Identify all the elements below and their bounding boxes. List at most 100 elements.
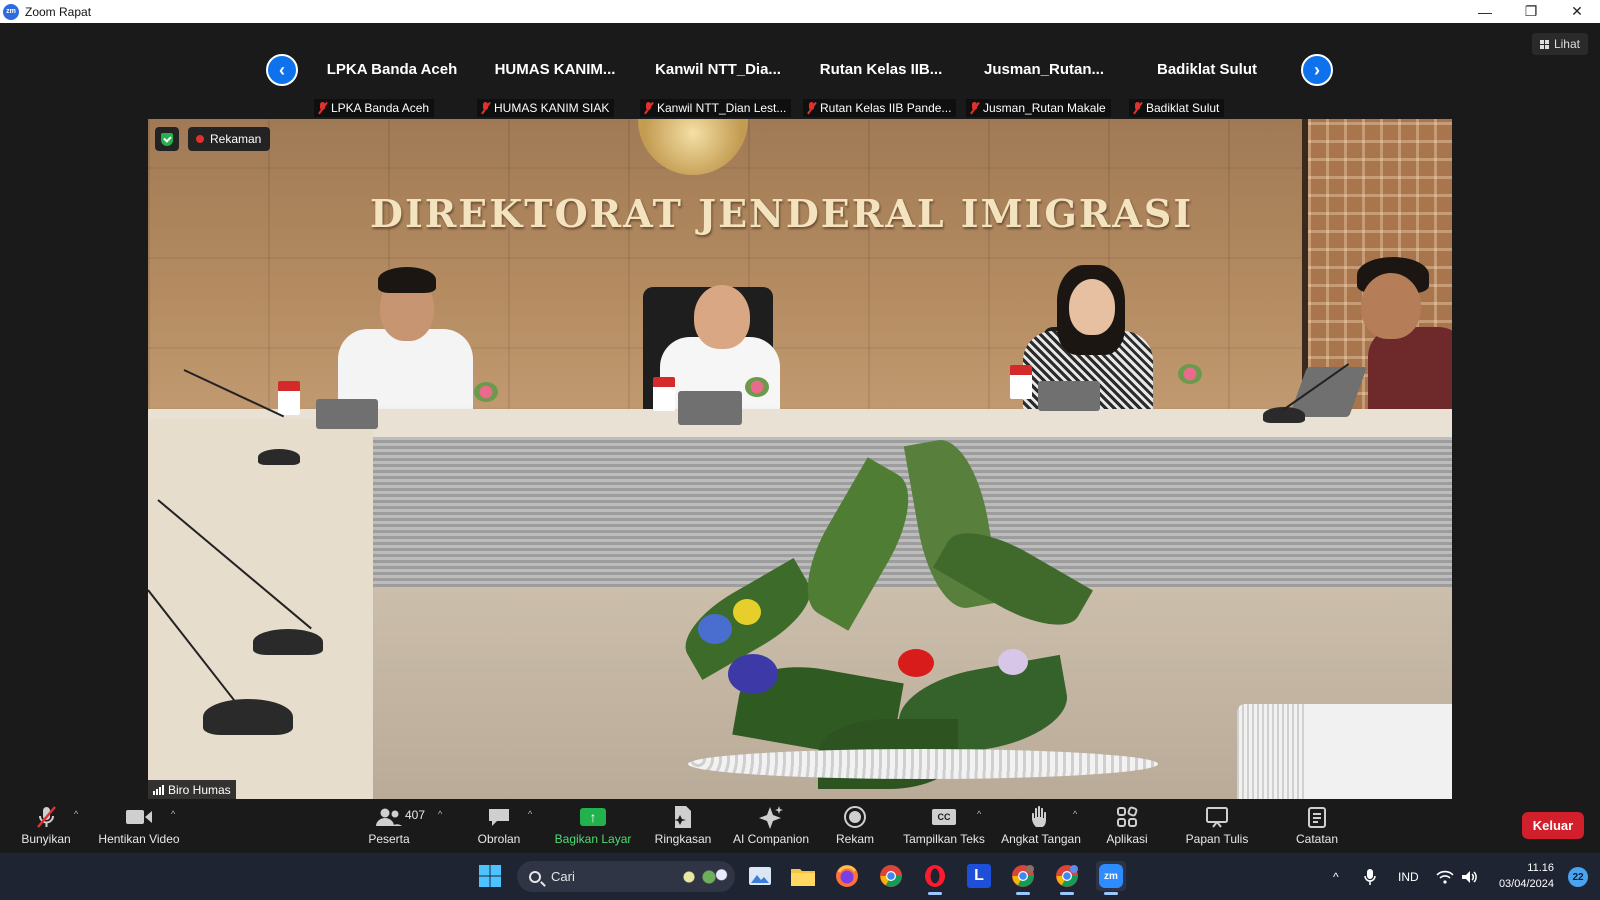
speaker-name: Biro Humas (168, 782, 231, 797)
whiteboard-label: Papan Tulis (1185, 832, 1249, 846)
chat-bubble-icon (487, 804, 511, 830)
record-button[interactable]: Rekam (835, 804, 875, 850)
laptop (678, 391, 742, 425)
participant-tile[interactable]: Kanwil NTT_Dia... Kanwil NTT_Dian Lest..… (638, 25, 798, 119)
share-screen-label: Bagikan Layar (554, 832, 632, 846)
microphone-base (253, 629, 323, 655)
share-screen-button[interactable]: ↑ Bagikan Layar (554, 804, 632, 850)
ai-companion-button[interactable]: AI Companion (729, 804, 813, 850)
strip-next-button[interactable]: › (1301, 54, 1333, 86)
cup (278, 381, 300, 415)
chat-button[interactable]: Obrolan (474, 804, 524, 850)
microphone-tray-icon[interactable] (1364, 853, 1376, 900)
raise-hand-label: Angkat Tangan (1001, 832, 1081, 846)
decorative-stones (688, 749, 1158, 779)
participant-display-name: Rutan Kelas IIB... (819, 61, 943, 78)
participants-chevron-icon[interactable]: ^ (438, 809, 442, 819)
system-clock[interactable]: 11.16 03/04/2024 (1499, 860, 1554, 892)
photos-app-icon[interactable] (745, 861, 775, 891)
firefox-icon[interactable] (832, 861, 862, 891)
leave-button[interactable]: Keluar (1522, 812, 1584, 839)
strip-prev-button[interactable]: ‹ (266, 54, 298, 86)
whiteboard-icon (1205, 804, 1229, 830)
unmute-button[interactable]: Bunyikan (18, 804, 74, 850)
apps-icon (1116, 804, 1138, 830)
video-options-chevron-icon[interactable]: ^ (171, 809, 175, 819)
windows-start-icon[interactable] (475, 861, 505, 891)
participants-icon (375, 804, 403, 830)
record-label: Rekam (835, 832, 874, 846)
wifi-icon[interactable] (1436, 853, 1454, 900)
participant-name-tag: Badiklat Sulut (1129, 99, 1225, 117)
running-indicator (1060, 892, 1074, 895)
stop-video-button[interactable]: Hentikan Video (96, 804, 182, 850)
taskbar-search[interactable]: Cari (517, 861, 735, 892)
mic-muted-icon (33, 804, 59, 830)
chrome-profile-icon[interactable] (1052, 861, 1082, 895)
video-camera-icon (125, 804, 153, 830)
apps-label: Aplikasi (1106, 832, 1148, 846)
summary-document-icon (672, 804, 694, 830)
notification-badge[interactable]: 22 (1568, 867, 1588, 887)
show-captions-label: Tampilkan Teks (903, 832, 985, 846)
recording-indicator[interactable]: Rekaman (188, 127, 271, 151)
participant-name-tag: HUMAS KANIM SIAK (477, 99, 615, 117)
main-video-feed[interactable]: DIREKTORAT JENDERAL IMIGRASI (148, 119, 1452, 799)
view-button[interactable]: Lihat (1531, 33, 1588, 55)
zoom-app-icon[interactable]: zm (1096, 861, 1126, 895)
notes-button[interactable]: Catatan (1295, 804, 1339, 850)
ai-companion-label: AI Companion (732, 832, 810, 846)
participant-name-tag: Jusman_Rutan Makale (966, 99, 1111, 117)
window-title: Zoom Rapat (25, 4, 92, 19)
share-screen-icon: ↑ (580, 808, 606, 826)
apps-button[interactable]: Aplikasi (1106, 804, 1148, 850)
table-side (148, 419, 373, 799)
laptop (316, 399, 378, 429)
mic-muted-icon (1133, 102, 1142, 114)
opera-icon[interactable] (920, 861, 950, 895)
security-badge[interactable] (155, 127, 179, 151)
participant-tile[interactable]: Rutan Kelas IIB... Rutan Kelas IIB Pande… (801, 25, 961, 119)
chrome-profile-icon[interactable] (1008, 861, 1038, 895)
participant-name-tag: Kanwil NTT_Dian Lest... (640, 99, 792, 117)
participant-name: LPKA Banda Aceh (331, 101, 430, 115)
participant-tile[interactable]: Jusman_Rutan... Jusman_Rutan Makale (964, 25, 1124, 119)
windows-taskbar: Cari L zm ^ IND 11.16 03/04/2024 22 (0, 853, 1600, 900)
close-button[interactable]: ✕ (1554, 0, 1600, 23)
search-highlight-icon (679, 865, 729, 888)
summary-button[interactable]: Ringkasan (655, 804, 711, 850)
wall-sign: DIREKTORAT JENDERAL IMIGRASI (370, 191, 1194, 236)
show-captions-button[interactable]: CC Tampilkan Teks (902, 804, 986, 850)
running-indicator (1104, 892, 1118, 895)
participant-name: Badiklat Sulut (1146, 101, 1220, 115)
mic-muted-icon (481, 102, 490, 114)
view-button-label: Lihat (1553, 37, 1580, 51)
participant-name-tag: LPKA Banda Aceh (314, 99, 435, 117)
flower-pot (1178, 364, 1202, 384)
reactions-chevron-icon[interactable]: ^ (1073, 809, 1077, 819)
audio-options-chevron-icon[interactable]: ^ (74, 809, 78, 819)
volume-icon[interactable] (1461, 853, 1479, 900)
chat-chevron-icon[interactable]: ^ (528, 809, 532, 819)
signal-icon (153, 784, 164, 795)
show-hidden-icons-chevron-icon[interactable]: ^ (1333, 853, 1339, 900)
participant-tile[interactable]: HUMAS KANIM... HUMAS KANIM SIAK (475, 25, 635, 119)
launcher-l-icon[interactable]: L (964, 861, 994, 891)
restore-button[interactable]: ❐ (1508, 0, 1554, 23)
whiteboard-button[interactable]: Papan Tulis (1186, 804, 1248, 850)
title-bar: zm Zoom Rapat — ❐ ✕ (0, 0, 1600, 23)
unmute-label: Bunyikan (21, 832, 71, 846)
raise-hand-button[interactable]: Angkat Tangan (1000, 804, 1082, 850)
shield-icon (161, 132, 173, 146)
file-explorer-icon[interactable] (788, 861, 818, 891)
search-placeholder: Cari (551, 869, 575, 884)
recording-label: Rekaman (210, 132, 262, 146)
chrome-icon[interactable] (876, 861, 906, 891)
minimize-button[interactable]: — (1462, 0, 1508, 23)
participant-tile[interactable]: LPKA Banda Aceh LPKA Banda Aceh (312, 25, 472, 119)
participant-tile[interactable]: Badiklat Sulut Badiklat Sulut (1127, 25, 1287, 119)
input-language[interactable]: IND (1398, 853, 1419, 900)
captions-chevron-icon[interactable]: ^ (977, 809, 981, 819)
flower-pot (474, 382, 498, 402)
notes-icon (1307, 804, 1327, 830)
